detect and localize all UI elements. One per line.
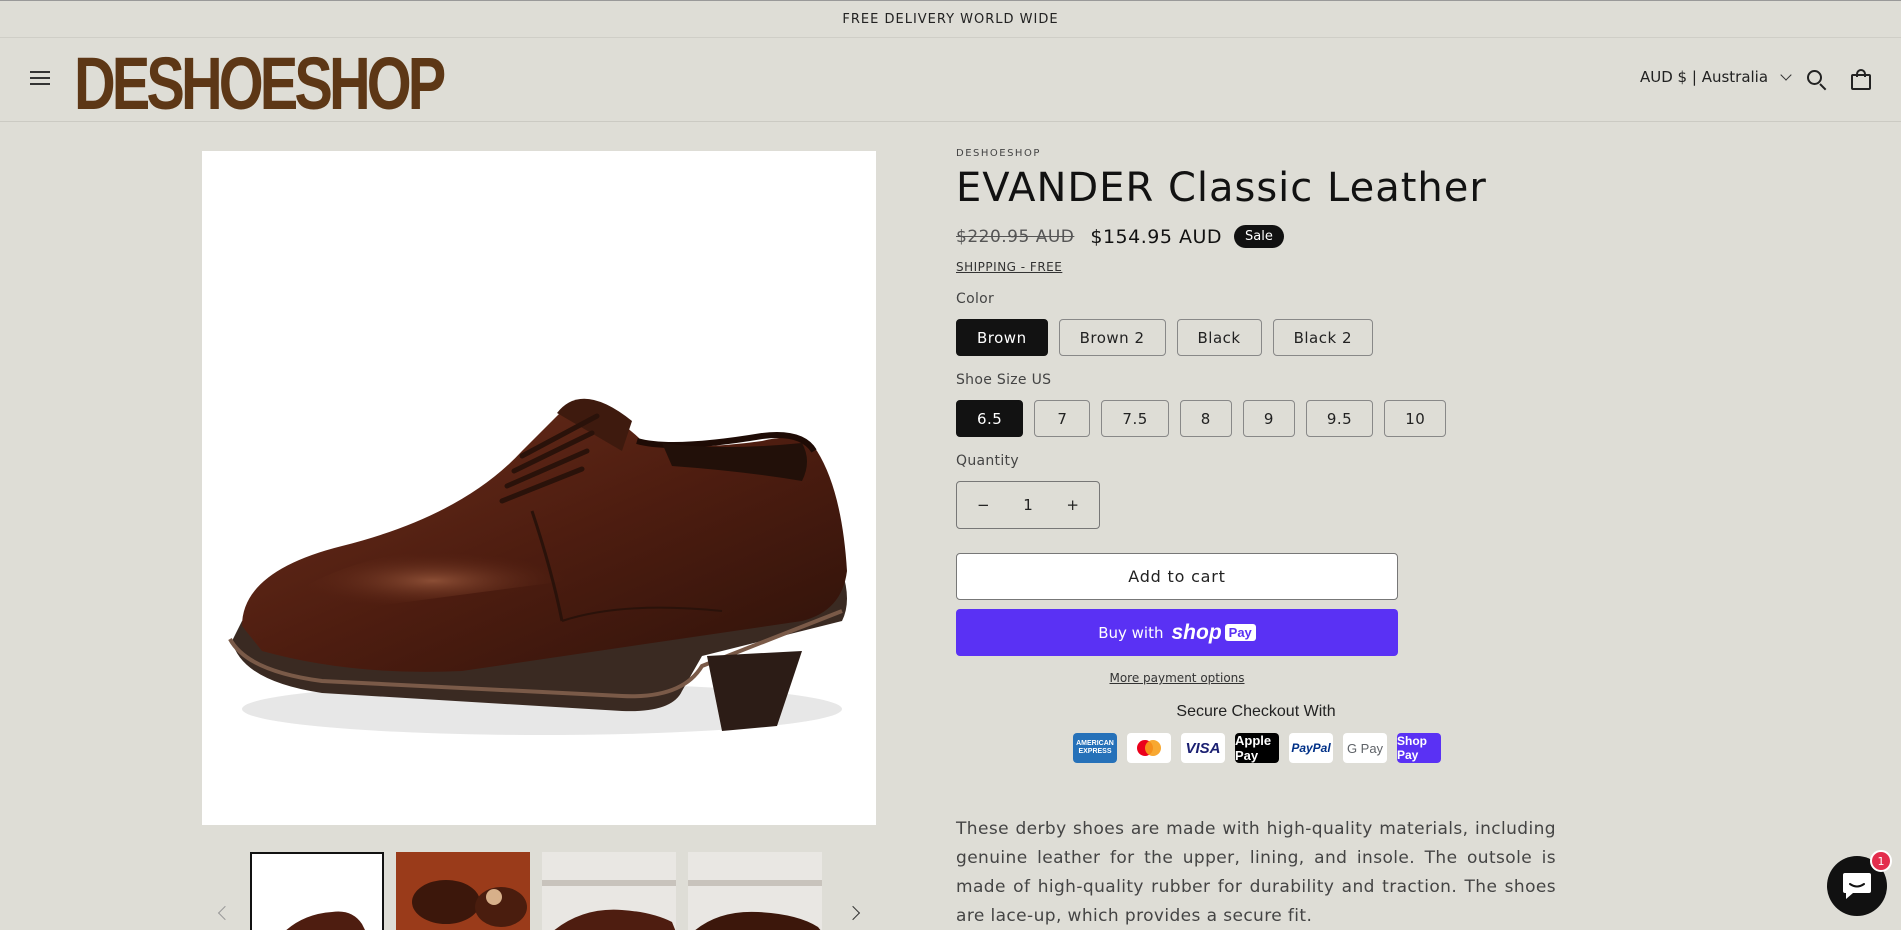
thumbnail-2[interactable] [396,852,530,930]
quantity-minus-button[interactable]: − [977,496,990,514]
color-label: Color [956,291,995,307]
size-option-7[interactable]: 7 [1034,400,1091,437]
size-option-9-5[interactable]: 9.5 [1305,400,1374,437]
announcement-text: FREE DELIVERY WORLD WIDE [842,11,1059,27]
more-payment-options-link[interactable]: More payment options [956,671,1398,685]
color-option-black-2[interactable]: Black 2 [1272,319,1373,356]
size-option-9[interactable]: 9 [1242,400,1295,437]
sale-badge: Sale [1234,225,1284,248]
payment-icons: AMERICAN EXPRESS VISA Apple Pay PayPal G… [1073,733,1556,763]
currency-country-selector[interactable]: AUD $ | Australia [1640,68,1792,86]
chat-notification-badge: 1 [1870,850,1892,872]
sale-price: $154.95 AUD [1090,225,1223,248]
size-option-10[interactable]: 10 [1384,400,1447,437]
site-header: DESHOESHOP AUD $ | Australia [0,38,1901,124]
compare-price: $220.95 AUD [956,226,1075,247]
color-option-brown[interactable]: Brown [956,319,1048,356]
shop-pay-logo: shop [1171,620,1222,644]
thumbnail-1[interactable] [250,852,384,930]
product-info: DESHOESHOP EVANDER Classic Leather $220.… [956,148,1556,930]
quantity-label: Quantity [956,453,1019,469]
visa-icon: VISA [1181,733,1225,763]
apple-pay-icon: Apple Pay [1235,733,1279,763]
quantity-plus-button[interactable]: + [1066,496,1079,514]
mastercard-icon [1127,733,1171,763]
announcement-bar: FREE DELIVERY WORLD WIDE [0,0,1901,38]
product-main-image[interactable] [202,151,876,825]
shoe-thumbnail-image [688,880,822,930]
quantity-stepper: − 1 + [956,481,1100,529]
price-row: $220.95 AUD $154.95 AUD Sale [956,225,1556,248]
chevron-down-icon [1780,69,1792,81]
product-description: These derby shoes are made with high-qua… [956,819,1556,926]
chevron-right-icon[interactable] [845,905,861,921]
size-options: 6.5 7 7.5 8 9 9.5 10 [956,400,1556,437]
shop-pay-pay-label: Pay [1224,624,1256,641]
shoe-thumbnail-image [286,911,365,930]
color-option-brown-2[interactable]: Brown 2 [1058,319,1166,356]
size-label: Shoe Size US [956,372,1052,388]
size-option-7-5[interactable]: 7.5 [1101,400,1169,437]
shoe-thumbnail-image [412,880,527,927]
thumbnail-4[interactable] [688,852,822,930]
color-option-black[interactable]: Black [1176,319,1262,356]
thumbnail-gallery [202,850,876,930]
thumbnail-3[interactable] [542,852,676,930]
shoe-image [228,398,847,735]
secure-checkout-heading: Secure Checkout With [1176,703,1336,720]
amex-icon: AMERICAN EXPRESS [1073,733,1117,763]
color-options: Brown Brown 2 Black Black 2 [956,319,1556,356]
search-icon[interactable] [1806,69,1828,91]
shop-pay-icon: Shop Pay [1397,733,1441,763]
chevron-left-icon[interactable] [217,905,233,921]
store-logo[interactable]: DESHOESHOP [74,44,446,124]
size-option-8[interactable]: 8 [1179,400,1232,437]
google-pay-icon: G Pay [1343,733,1387,763]
quantity-input[interactable]: 1 [1023,496,1033,514]
paypal-icon: PayPal [1289,733,1333,763]
chat-bubble-icon [1843,873,1871,899]
add-to-cart-button[interactable]: Add to cart [956,553,1398,600]
product-title: EVANDER Classic Leather [956,165,1487,211]
cart-icon[interactable] [1850,69,1872,91]
shoe-thumbnail-image [542,880,676,930]
product-vendor: DESHOESHOP [956,148,1041,159]
shipping-link[interactable]: SHIPPING - FREE [956,260,1062,274]
shop-pay-buy-label: Buy with [1098,623,1164,642]
menu-icon[interactable] [28,67,52,91]
size-option-6-5[interactable]: 6.5 [956,400,1024,437]
localization-label: AUD $ | Australia [1640,68,1769,86]
shop-pay-button[interactable]: Buy with shop Pay [956,609,1398,656]
